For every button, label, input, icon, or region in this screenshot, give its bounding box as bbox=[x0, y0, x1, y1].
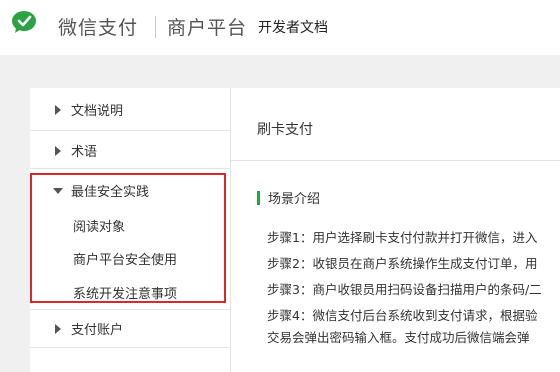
devdocs-title[interactable]: 开发者文档 bbox=[258, 17, 328, 37]
caret-right-icon bbox=[55, 105, 61, 115]
step-text: 步骤4：微信支付后台系统收到支付请求，根据验 bbox=[267, 308, 538, 323]
sidebar-item-pay-account[interactable]: 支付账户 bbox=[30, 317, 230, 341]
brand-title[interactable]: 微信支付 bbox=[58, 13, 138, 40]
sidebar: 文档说明 术语 最佳安全实践 阅读对象 商户平台安全使用 系统开发注意事项 支付… bbox=[30, 88, 230, 372]
divider bbox=[30, 168, 230, 169]
sidebar-item-label: 术语 bbox=[71, 145, 98, 160]
header-divider bbox=[155, 16, 156, 38]
sidebar-item-label: 支付账户 bbox=[71, 323, 124, 338]
highlight-box bbox=[30, 173, 226, 303]
divider bbox=[231, 160, 560, 161]
divider bbox=[30, 130, 230, 131]
caret-right-icon bbox=[55, 324, 61, 334]
step-text: 步骤1：用户选择刷卡支付付款并打开微信，进入 bbox=[267, 230, 538, 245]
section-title: 场景介绍 bbox=[268, 192, 321, 207]
section-marker bbox=[257, 191, 260, 205]
platform-title[interactable]: 商户平台 bbox=[167, 13, 247, 40]
wechat-logo-icon bbox=[12, 11, 36, 33]
step-text: 交易会弹出密码输入框。支付成功后微信端会弹 bbox=[267, 330, 530, 345]
sidebar-item-doc-intro[interactable]: 文档说明 bbox=[30, 98, 230, 122]
sidebar-item-terms[interactable]: 术语 bbox=[30, 139, 230, 163]
page-title: 刷卡支付 bbox=[257, 122, 313, 138]
divider bbox=[30, 347, 230, 348]
step-text: 步骤2：收银员在商户系统操作生成支付订单，用 bbox=[267, 256, 538, 271]
sidebar-item-label: 文档说明 bbox=[71, 104, 124, 119]
divider bbox=[30, 309, 230, 310]
content-panel: 刷卡支付 场景介绍 步骤1：用户选择刷卡支付付款并打开微信，进入 步骤2：收银员… bbox=[230, 88, 560, 372]
caret-right-icon bbox=[55, 146, 61, 156]
header: 微信支付 商户平台 开发者文档 bbox=[0, 0, 560, 55]
step-text: 步骤3：商户收银员用扫码设备扫描用户的条码/二 bbox=[267, 282, 542, 297]
